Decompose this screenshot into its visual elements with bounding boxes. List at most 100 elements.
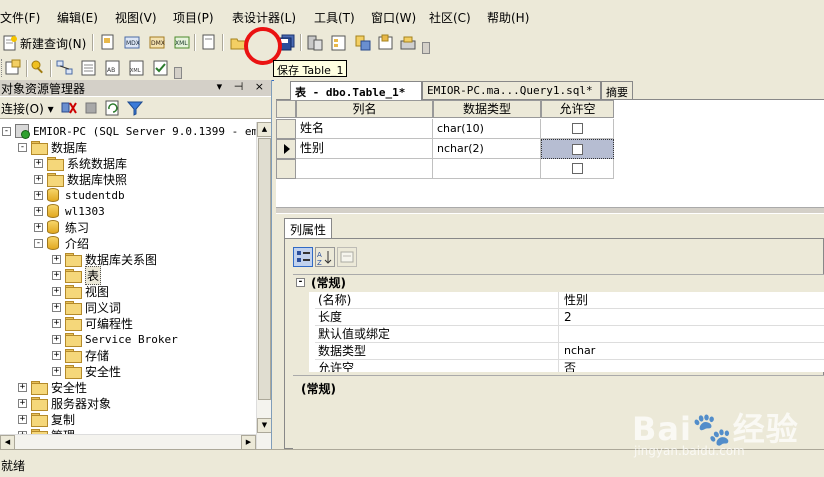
tree-node-service-broker[interactable]: + Service Broker bbox=[52, 331, 178, 347]
tree-node-diagrams[interactable]: + 数据库关系图 bbox=[52, 251, 157, 267]
scroll-right-icon[interactable]: ▶ bbox=[241, 435, 256, 449]
expand-icon[interactable]: + bbox=[52, 318, 61, 328]
scroll-left-icon[interactable]: ◀ bbox=[0, 435, 15, 449]
menu-help[interactable]: 帮助(H) bbox=[487, 9, 529, 26]
disconnect-icon[interactable] bbox=[60, 99, 78, 117]
stop-icon[interactable] bbox=[82, 99, 100, 117]
tab-table-designer[interactable]: 表 - dbo.Table_1* bbox=[290, 81, 422, 100]
column-name-cell[interactable]: 姓名 bbox=[296, 119, 433, 139]
tree-node-server[interactable]: - EMIOR-PC (SQL Server 9.0.1399 - emior bbox=[2, 123, 256, 139]
new-query-button[interactable]: 新建查询(N) bbox=[2, 33, 86, 53]
property-value[interactable]: 性别 bbox=[559, 292, 824, 309]
expand-icon[interactable]: + bbox=[18, 414, 27, 424]
properties-window-icon[interactable] bbox=[377, 34, 395, 52]
tree-node-management[interactable]: + 管理 bbox=[18, 427, 75, 434]
data-type-cell[interactable] bbox=[433, 159, 541, 179]
column-name-cell[interactable]: 性别 bbox=[296, 139, 433, 159]
categorized-button[interactable] bbox=[293, 247, 313, 267]
new-file-icon[interactable] bbox=[99, 33, 117, 51]
property-row[interactable]: 数据类型 nchar bbox=[293, 343, 824, 360]
tree-node-system-databases[interactable]: + 系统数据库 bbox=[34, 155, 127, 171]
toolbar-overflow-button[interactable] bbox=[422, 42, 430, 54]
allow-null-cell[interactable] bbox=[541, 159, 614, 179]
tree-node-db-security[interactable]: + 安全性 bbox=[52, 363, 121, 379]
expand-icon[interactable]: + bbox=[34, 174, 43, 184]
tree-node-replication[interactable]: + 复制 bbox=[18, 411, 75, 427]
menu-community[interactable]: 社区(C) bbox=[429, 9, 471, 26]
scroll-down-icon[interactable]: ▼ bbox=[257, 418, 271, 433]
fulltext-index-icon[interactable]: AB bbox=[104, 59, 122, 77]
tree-node-synonyms[interactable]: + 同义词 bbox=[52, 299, 121, 315]
expand-icon[interactable]: + bbox=[34, 158, 43, 168]
scroll-up-icon[interactable]: ▲ bbox=[257, 122, 271, 137]
relationships-icon[interactable] bbox=[56, 59, 74, 77]
menu-tools[interactable]: 工具(T) bbox=[314, 9, 355, 26]
menu-table-designer[interactable]: 表设计器(L) bbox=[232, 9, 296, 26]
expand-icon[interactable]: + bbox=[52, 334, 61, 344]
expand-icon[interactable]: + bbox=[34, 190, 43, 200]
tree-node-views[interactable]: + 视图 bbox=[52, 283, 109, 299]
toolbox-icon[interactable] bbox=[400, 34, 418, 52]
tab-column-properties[interactable]: 列属性 bbox=[284, 218, 333, 238]
tree-node-practice[interactable]: + 练习 bbox=[34, 219, 89, 235]
allow-null-cell[interactable] bbox=[541, 139, 614, 159]
tree-node-security[interactable]: + 安全性 bbox=[18, 379, 87, 395]
horizontal-scrollbar[interactable]: ◀ ▶ bbox=[0, 434, 256, 449]
tab-query[interactable]: EMIOR-PC.ma...Query1.sql* bbox=[422, 81, 601, 99]
expand-icon[interactable]: + bbox=[52, 366, 61, 376]
alphabetical-button[interactable]: AZ bbox=[315, 247, 335, 267]
expand-icon[interactable]: + bbox=[52, 350, 61, 360]
collapse-icon[interactable]: - bbox=[34, 238, 43, 248]
expand-icon[interactable]: + bbox=[34, 222, 43, 232]
menu-project[interactable]: 项目(P) bbox=[173, 9, 214, 26]
registered-servers-icon[interactable] bbox=[306, 34, 324, 52]
scroll-thumb[interactable] bbox=[258, 138, 271, 400]
expand-icon[interactable]: + bbox=[18, 398, 27, 408]
splitter[interactable] bbox=[276, 207, 824, 214]
property-row[interactable]: 长度 2 bbox=[293, 309, 824, 326]
expand-icon[interactable]: + bbox=[52, 254, 61, 264]
filter-icon[interactable] bbox=[126, 99, 144, 117]
xmla-query-icon[interactable]: XML bbox=[173, 33, 191, 51]
check-constraints-icon[interactable] bbox=[152, 59, 170, 77]
tree-node-studentdb[interactable]: + studentdb bbox=[34, 187, 125, 203]
template-explorer-icon[interactable] bbox=[354, 34, 372, 52]
expand-icon[interactable]: + bbox=[52, 270, 61, 280]
tab-summary[interactable]: 摘要 bbox=[601, 81, 633, 99]
property-value[interactable] bbox=[559, 326, 824, 343]
menu-view[interactable]: 视图(V) bbox=[115, 9, 157, 26]
primary-key-icon[interactable] bbox=[30, 59, 48, 77]
collapse-icon[interactable]: - bbox=[296, 278, 305, 287]
tree-node-intro[interactable]: - 介绍 bbox=[34, 235, 89, 251]
collapse-icon[interactable]: - bbox=[18, 142, 27, 152]
toolbar-overflow-button[interactable] bbox=[174, 67, 182, 79]
tree-node-database-snapshots[interactable]: + 数据库快照 bbox=[34, 171, 127, 187]
row-selector-current[interactable] bbox=[276, 139, 296, 159]
object-explorer-icon[interactable] bbox=[330, 34, 348, 52]
refresh-icon[interactable] bbox=[104, 99, 122, 117]
indexes-keys-icon[interactable] bbox=[80, 59, 98, 77]
menu-edit[interactable]: 编辑(E) bbox=[57, 9, 98, 26]
property-value[interactable]: 否 bbox=[559, 360, 824, 372]
property-pages-button[interactable] bbox=[337, 247, 357, 267]
expand-icon[interactable]: + bbox=[34, 206, 43, 216]
vertical-scrollbar[interactable]: ▲ ▼ bbox=[256, 122, 271, 449]
expand-icon[interactable]: + bbox=[52, 302, 61, 312]
property-row[interactable]: (名称) 性别 bbox=[293, 292, 824, 309]
allow-null-checkbox[interactable] bbox=[572, 144, 583, 155]
property-row[interactable]: 默认值或绑定 bbox=[293, 326, 824, 343]
mdx-query-icon[interactable]: MDX bbox=[123, 33, 141, 51]
property-category[interactable]: - (常规) bbox=[293, 275, 824, 292]
property-value[interactable]: 2 bbox=[559, 309, 824, 326]
tree-node-databases[interactable]: - 数据库 bbox=[18, 139, 87, 155]
row-selector[interactable] bbox=[276, 119, 296, 139]
expand-icon[interactable]: + bbox=[18, 382, 27, 392]
property-row[interactable]: 允许空 否 bbox=[293, 360, 824, 372]
panel-window-buttons[interactable]: ▾ ⊣ × bbox=[217, 80, 268, 93]
generate-script-icon[interactable] bbox=[4, 59, 22, 77]
open-file-icon[interactable] bbox=[200, 33, 218, 51]
data-type-cell[interactable]: char(10) bbox=[433, 119, 541, 139]
tree-node-wl1303[interactable]: + wl1303 bbox=[34, 203, 105, 219]
column-name-cell[interactable] bbox=[296, 159, 433, 179]
tree-node-tables[interactable]: + 表 bbox=[52, 265, 102, 285]
